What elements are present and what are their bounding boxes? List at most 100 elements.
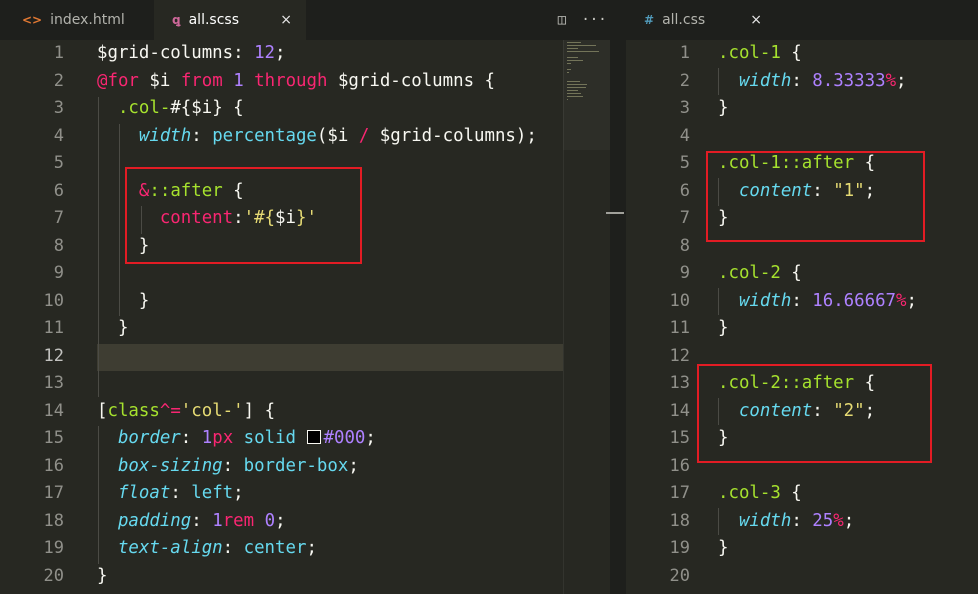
- indent-guide: [141, 206, 142, 234]
- code-line[interactable]: width: 25%;: [718, 508, 854, 536]
- line-number: 7: [53, 208, 64, 228]
- code-token: #000: [323, 428, 366, 448]
- indent-guide: [119, 124, 120, 316]
- line-number: 18: [43, 510, 64, 531]
- code-icon: <>: [22, 13, 43, 27]
- code-line[interactable]: border: 1px solid #000;: [97, 425, 376, 453]
- line-number: 6: [53, 180, 64, 201]
- code-token: :: [170, 483, 192, 503]
- line-number: 15: [43, 428, 64, 448]
- code-token: /: [358, 125, 370, 146]
- line-number-gutter: 1 2 3 4 5 6 7 8 9 10 11 12 13 14 15 16 17 18 19 20: [0, 40, 88, 594]
- close-icon[interactable]: ×: [750, 12, 762, 28]
- line-number: 16: [43, 455, 64, 476]
- line-number: 11: [43, 318, 64, 338]
- pane-splitter[interactable]: [610, 0, 626, 594]
- indent-guide: [718, 288, 719, 315]
- line-number: 14: [669, 400, 690, 421]
- code-line[interactable]: }: [97, 563, 107, 591]
- code-line[interactable]: }: [97, 315, 128, 343]
- indent-guide: [98, 97, 99, 397]
- code-line[interactable]: .col-1::after {: [718, 150, 875, 178]
- scrollbar-thumb[interactable]: [606, 212, 624, 214]
- line-number: 14: [43, 400, 64, 421]
- code-line[interactable]: }: [718, 535, 728, 563]
- code-token: center: [243, 538, 307, 558]
- code-token: .col-1::after: [718, 153, 855, 173]
- code-token: @for: [97, 70, 139, 91]
- tab-all-scss[interactable]: ꝗ all.scss ×: [154, 0, 306, 40]
- code-token: ;: [843, 510, 855, 531]
- code-line[interactable]: }: [718, 95, 728, 123]
- code-token: rem: [222, 510, 255, 531]
- minimap-viewport[interactable]: [563, 40, 610, 150]
- editor-actions: ◫ ···: [546, 0, 610, 40]
- code-token: 1: [233, 70, 244, 91]
- code-line[interactable]: $grid-columns: 12;: [97, 40, 286, 68]
- line-number: 17: [669, 483, 690, 503]
- code-token: ;: [906, 290, 917, 311]
- code-line[interactable]: @for $i from 1 through $grid-columns {: [97, 68, 495, 96]
- code-line[interactable]: [class^='col-'] {: [97, 398, 275, 426]
- code-line[interactable]: width: 8.33333%;: [718, 68, 907, 96]
- left-editor-pane[interactable]: <> index.html ꝗ all.scss × ◫ ··· 1234567…: [0, 0, 610, 594]
- code-token: width: [738, 510, 792, 531]
- code-line[interactable]: }: [97, 288, 149, 316]
- code-token: content: [738, 180, 813, 201]
- code-line[interactable]: width: percentage($i / $grid-columns);: [97, 123, 537, 151]
- code-token: {: [474, 70, 496, 91]
- code-token: {: [780, 483, 802, 503]
- tab-index-html[interactable]: <> index.html: [4, 0, 154, 40]
- split-editor-icon[interactable]: ◫: [546, 12, 578, 28]
- code-line[interactable]: padding: 1rem 0;: [97, 508, 286, 536]
- code-line[interactable]: content: "1";: [718, 178, 875, 206]
- line-number: 8: [679, 235, 690, 256]
- line-number-gutter: 1 2 3 4 5 6 7 8 9 10 11 12 13 14 15 16 17 18 19 20: [626, 40, 714, 594]
- code-line[interactable]: .col-3 {: [718, 480, 802, 508]
- code-line[interactable]: .col-#{$i} {: [97, 95, 244, 123]
- line-number: 2: [53, 70, 64, 91]
- code-line[interactable]: box-sizing: border-box;: [97, 453, 359, 481]
- line-number: 6: [679, 180, 690, 201]
- code-token: 1: [212, 510, 223, 531]
- code-line[interactable]: }: [718, 205, 728, 233]
- code-line[interactable]: }: [97, 233, 149, 261]
- code-token: }: [97, 318, 129, 338]
- code-line[interactable]: .col-2 {: [718, 260, 802, 288]
- line-number: 2: [679, 70, 690, 91]
- code-token: $grid-columns: [337, 70, 475, 91]
- code-token: }: [97, 290, 150, 311]
- code-line[interactable]: .col-1 {: [718, 40, 802, 68]
- tab-label: index.html: [50, 12, 125, 28]
- code-token: :: [812, 180, 834, 201]
- code-token: {: [780, 263, 802, 283]
- more-actions-icon[interactable]: ···: [578, 12, 610, 28]
- tab-label: all.css: [662, 12, 706, 28]
- code-token: float: [117, 483, 171, 503]
- code-line[interactable]: width: 16.66667%;: [718, 288, 917, 316]
- code-line[interactable]: text-align: center;: [97, 535, 317, 563]
- code-token: }: [97, 565, 108, 586]
- code-token: }: [718, 208, 729, 228]
- code-token: ^=: [159, 400, 181, 421]
- code-line[interactable]: .col-2::after {: [718, 370, 875, 398]
- code-token: }: [718, 538, 729, 558]
- code-token: [: [97, 400, 108, 421]
- right-editor-pane[interactable]: # all.css × 1 2 3 4 5 6 7 8 9 10 11 12 13 14 15 16 17 18 1…: [626, 0, 978, 594]
- tab-all-css[interactable]: # all.css ×: [626, 0, 776, 40]
- code-line[interactable]: }: [718, 315, 728, 343]
- code-line[interactable]: content:'#{$i}': [97, 205, 317, 233]
- code-line[interactable]: }: [718, 425, 728, 453]
- code-line[interactable]: content: "2";: [718, 398, 875, 426]
- line-number: 17: [43, 483, 64, 503]
- close-icon[interactable]: ×: [280, 12, 292, 28]
- code-line[interactable]: float: left;: [97, 480, 244, 508]
- line-number: 5: [53, 153, 64, 173]
